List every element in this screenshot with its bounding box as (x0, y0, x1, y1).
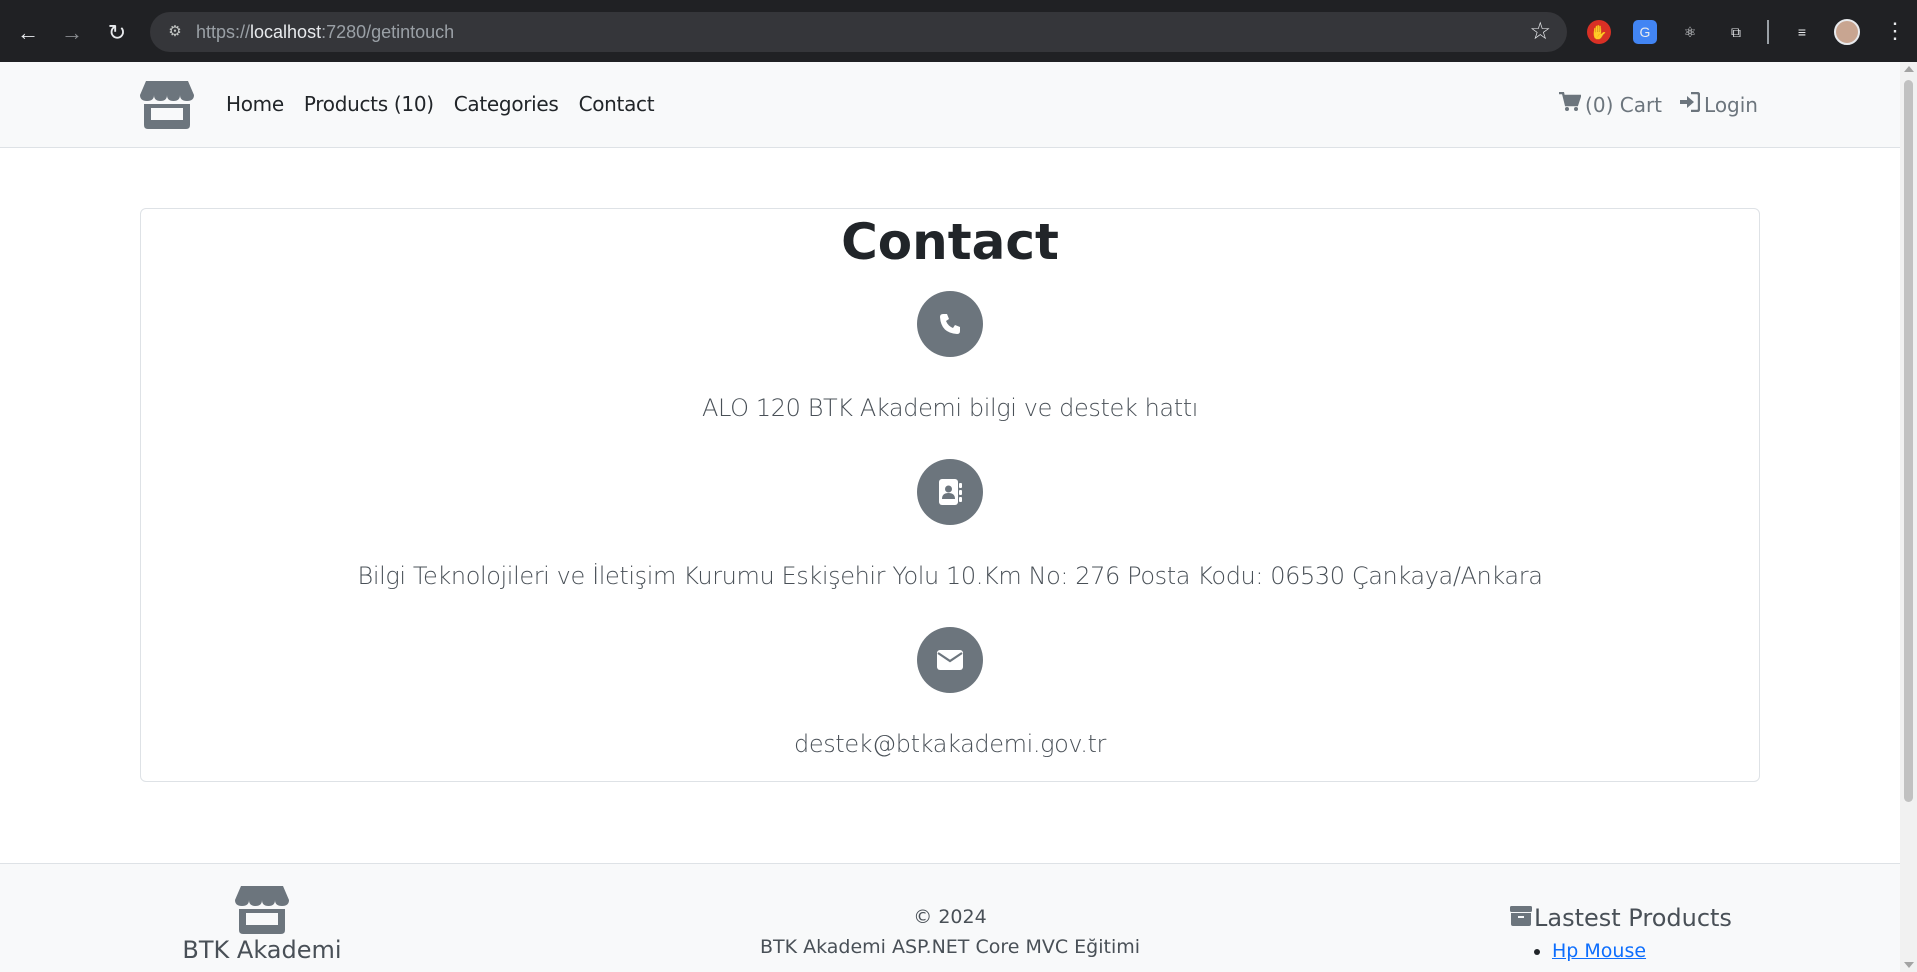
cart-label: (0) Cart (1585, 92, 1663, 117)
browser-chrome: ← → ↻ ⚙ https://localhost:7280/getintouc… (0, 0, 1917, 62)
extension-stop-icon[interactable]: ✋ (1587, 20, 1611, 44)
phone-icon (917, 291, 983, 357)
user-nav: (0) Cart Login (1559, 91, 1758, 117)
extensions-puzzle-icon[interactable]: ⧉ (1724, 20, 1748, 44)
scrollbar[interactable] (1900, 62, 1917, 972)
nav-products[interactable]: Products (10) (304, 92, 434, 116)
extension-react-icon[interactable]: ⚛ (1678, 20, 1702, 44)
toolbar-divider (1767, 20, 1769, 44)
extension-translate-icon[interactable]: G (1633, 20, 1657, 44)
latest-product-link[interactable]: Hp Mouse (1552, 940, 1646, 962)
nav-categories[interactable]: Categories (454, 92, 559, 116)
back-icon[interactable]: ← (14, 19, 42, 47)
list-item: Hp Mouse (1552, 940, 1770, 962)
scroll-up-icon[interactable] (1904, 66, 1914, 72)
site-info-icon[interactable]: ⚙ (164, 21, 186, 43)
latest-products-list: Hp Mouse (1552, 940, 1770, 962)
page-viewport: Home Products (10) Categories Contact (0… (0, 62, 1900, 972)
chrome-menu-icon[interactable]: ⋮ (1884, 16, 1906, 46)
latest-products-label: Lastest Products (1534, 904, 1732, 932)
page-title: Contact (841, 213, 1059, 271)
login-label: Login (1704, 92, 1758, 117)
envelope-icon (917, 627, 983, 693)
latest-products: Lastest Products Hp Mouse (1510, 904, 1770, 962)
login-link[interactable]: Login (1680, 91, 1758, 117)
contact-card: Contact ALO 120 BTK Akademi bilgi ve des… (140, 208, 1760, 782)
email-text: destek@btkakademi.gov.tr (794, 730, 1106, 758)
forward-icon[interactable]: → (58, 19, 86, 47)
url-text[interactable]: https://localhost:7280/getintouch (196, 22, 454, 43)
site-header: Home Products (10) Categories Contact (0… (0, 62, 1900, 148)
login-icon (1680, 91, 1701, 117)
address-text: Bilgi Teknolojileri ve İletişim Kurumu E… (357, 562, 1543, 590)
cart-link[interactable]: (0) Cart (1559, 91, 1663, 117)
profile-avatar[interactable] (1834, 19, 1860, 45)
nav-contact[interactable]: Contact (579, 92, 655, 116)
phone-text: ALO 120 BTK Akademi bilgi ve destek hatt… (702, 394, 1198, 422)
media-control-icon[interactable]: ≡ (1790, 20, 1814, 44)
bookmark-star-icon[interactable]: ☆ (1529, 19, 1551, 45)
scrollbar-thumb[interactable] (1904, 80, 1913, 802)
store-icon[interactable] (140, 77, 194, 129)
address-book-icon (917, 459, 983, 525)
main-nav: Home Products (10) Categories Contact (226, 92, 655, 116)
nav-home[interactable]: Home (226, 92, 284, 116)
latest-products-title: Lastest Products (1510, 904, 1770, 932)
address-bar[interactable]: ⚙ https://localhost:7280/getintouch ☆ (150, 12, 1567, 52)
reload-icon[interactable]: ↻ (103, 19, 131, 47)
cart-icon (1559, 91, 1582, 117)
box-icon (1510, 904, 1532, 932)
site-footer: BTK Akademi © 2024 BTK Akademi ASP.NET C… (0, 863, 1900, 972)
scroll-down-icon[interactable] (1904, 962, 1914, 968)
